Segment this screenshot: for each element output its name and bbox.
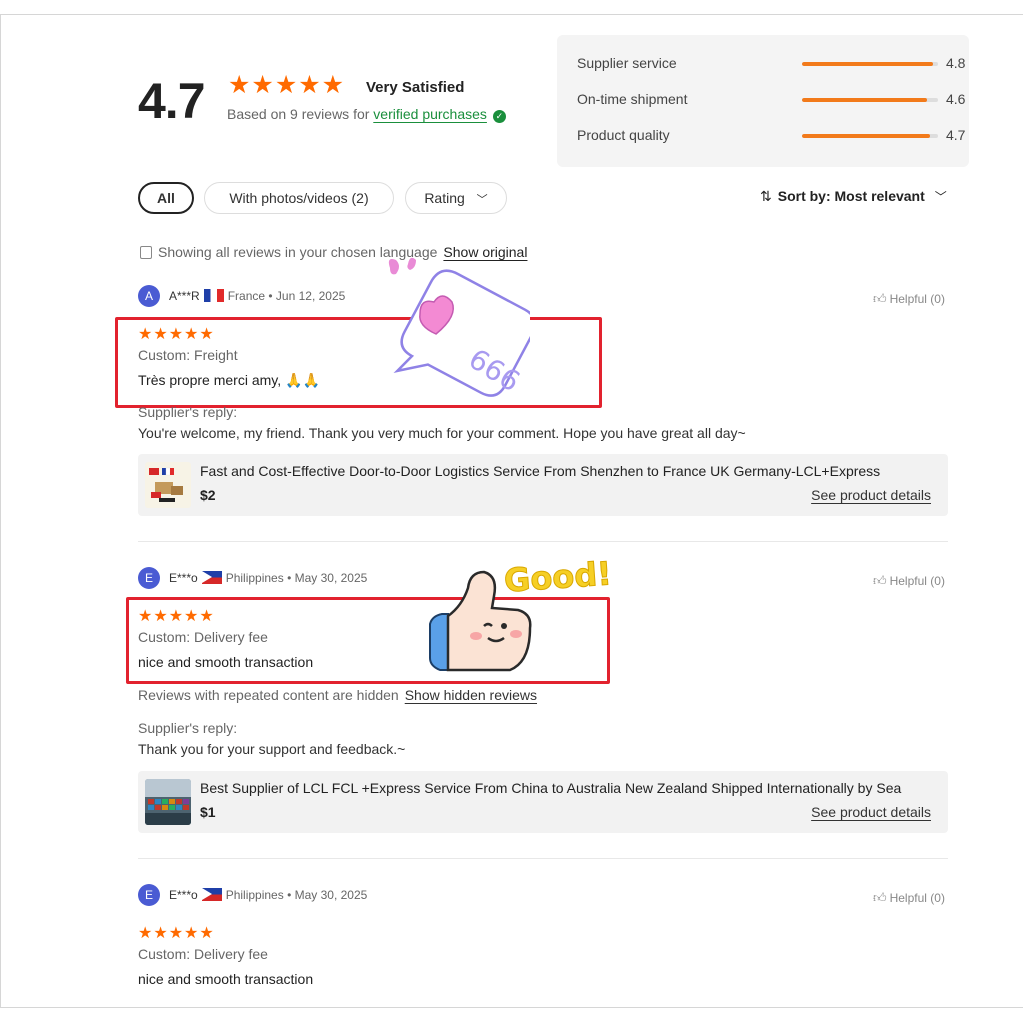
reviewer-name: A***R: [169, 289, 200, 303]
rating-label: Rating: [424, 190, 465, 206]
verified-check-icon: ✓: [492, 110, 506, 123]
review-divider: [138, 858, 948, 859]
reviewer-country: Philippines: [225, 888, 284, 902]
satisfaction-label: Very Satisfied: [366, 79, 465, 96]
review-date: • Jun 12, 2025: [268, 289, 346, 303]
reviewer-info: A***R France • Jun 12, 2025: [169, 289, 345, 303]
metric-bar: [802, 62, 938, 66]
product-card[interactable]: Fast and Cost-Effective Door-to-Door Log…: [138, 454, 948, 516]
product-thumbnail: [145, 779, 191, 825]
filter-photos-button[interactable]: With photos/videos (2): [204, 182, 394, 214]
philippines-flag-icon: [201, 571, 222, 584]
product-price: $2: [200, 487, 216, 503]
supplier-reply: Thank you for your support and feedback.…: [138, 741, 406, 757]
review-date: • May 30, 2025: [287, 571, 368, 585]
product-title[interactable]: Best Supplier of LCL FCL +Express Servic…: [200, 780, 935, 796]
metric-value: 4.7: [946, 127, 966, 143]
thumbs-up-icon: 👍︎: [873, 573, 887, 588]
metric-label: On-time shipment: [577, 91, 688, 107]
product-price: $1: [200, 804, 216, 820]
review-date: • May 30, 2025: [287, 888, 368, 902]
metric-supplier-service: Supplier service 4.8: [577, 53, 965, 75]
sort-label: Sort by: Most relevant: [777, 188, 925, 204]
avatar: A: [138, 285, 160, 307]
reviewer-info: E***o Philippines • May 30, 2025: [169, 571, 367, 585]
based-on-text: Based on 9 reviews for verified purchase…: [227, 106, 506, 123]
see-product-details-link[interactable]: See product details: [811, 487, 931, 503]
metric-bar-fill: [802, 62, 933, 66]
review-custom: Custom: Delivery fee: [138, 946, 268, 962]
helpful-label: Helpful (0): [889, 292, 945, 306]
product-card[interactable]: Best Supplier of LCL FCL +Express Servic…: [138, 771, 948, 833]
based-prefix: Based on 9 reviews for: [227, 106, 370, 122]
reviewer-name: E***o: [169, 571, 198, 585]
supplier-reply-heading: Supplier's reply:: [138, 404, 238, 420]
avatar: E: [138, 884, 160, 906]
rating-breakdown: Supplier service 4.8 On-time shipment 4.…: [557, 35, 969, 167]
avatar: E: [138, 567, 160, 589]
review-stars: ★★★★★: [138, 608, 215, 625]
helpful-button[interactable]: 👍︎ Helpful (0): [873, 291, 945, 307]
sort-icon: ⇅: [760, 188, 772, 204]
review-text: nice and smooth transaction: [138, 971, 314, 987]
sort-dropdown[interactable]: ⇅ Sort by: Most relevant ﹀: [760, 188, 947, 205]
france-flag-icon: [203, 289, 224, 302]
review-custom: Custom: Delivery fee: [138, 629, 268, 645]
review-custom: Custom: Freight: [138, 347, 238, 363]
chevron-down-icon: ﹀: [476, 194, 488, 206]
metric-bar-fill: [802, 134, 930, 138]
metric-value: 4.6: [946, 91, 966, 107]
show-hidden-reviews-link[interactable]: Show hidden reviews: [405, 687, 537, 703]
helpful-label: Helpful (0): [889, 574, 945, 588]
verified-purchases-link[interactable]: verified purchases: [373, 106, 487, 122]
reviewer-name: E***o: [169, 888, 198, 902]
review-stars: ★★★★★: [138, 326, 215, 343]
metric-label: Product quality: [577, 127, 670, 143]
metric-bar-fill: [802, 98, 928, 102]
overall-stars: ★★★★★: [228, 71, 346, 99]
hidden-reviews-note: Reviews with repeated content are hidden…: [138, 687, 537, 703]
metric-on-time-shipment: On-time shipment 4.6: [577, 89, 965, 111]
reviewer-info: E***o Philippines • May 30, 2025: [169, 888, 367, 902]
good-sticker-text: Good!: [502, 554, 613, 600]
metric-value: 4.8: [946, 55, 966, 71]
reviewer-country: Philippines: [225, 571, 284, 585]
helpful-button[interactable]: 👍︎ Helpful (0): [873, 573, 945, 589]
filter-all-button[interactable]: All: [138, 182, 194, 214]
helpful-label: Helpful (0): [889, 891, 945, 905]
overall-score: 4.7: [138, 73, 206, 129]
heart-666-sticker: 666: [378, 254, 537, 412]
see-product-details-link[interactable]: See product details: [811, 804, 931, 820]
metric-bar: [802, 98, 938, 102]
product-thumbnail: [145, 462, 191, 508]
chevron-down-icon: ﹀: [934, 190, 947, 204]
review-text: Très propre merci amy, 🙏🙏: [138, 372, 320, 388]
translate-icon: [140, 246, 152, 259]
reviewer-country: France: [227, 289, 266, 303]
supplier-reply-heading: Supplier's reply:: [138, 720, 238, 736]
metric-bar: [802, 134, 938, 138]
metric-label: Supplier service: [577, 55, 677, 71]
philippines-flag-icon: [201, 888, 222, 901]
thumbs-up-icon: 👍︎: [873, 291, 887, 306]
metric-product-quality: Product quality 4.7: [577, 125, 965, 147]
supplier-reply: You're welcome, my friend. Thank you ver…: [138, 425, 746, 441]
helpful-button[interactable]: 👍︎ Helpful (0): [873, 890, 945, 906]
product-title[interactable]: Fast and Cost-Effective Door-to-Door Log…: [200, 463, 935, 479]
filter-rating-dropdown[interactable]: Rating ﹀: [405, 182, 507, 214]
thumbs-up-icon: 👍︎: [873, 890, 887, 905]
review-divider: [138, 541, 948, 542]
review-text: nice and smooth transaction: [138, 654, 314, 670]
hidden-note-text: Reviews with repeated content are hidden: [138, 687, 399, 703]
review-stars: ★★★★★: [138, 925, 215, 942]
